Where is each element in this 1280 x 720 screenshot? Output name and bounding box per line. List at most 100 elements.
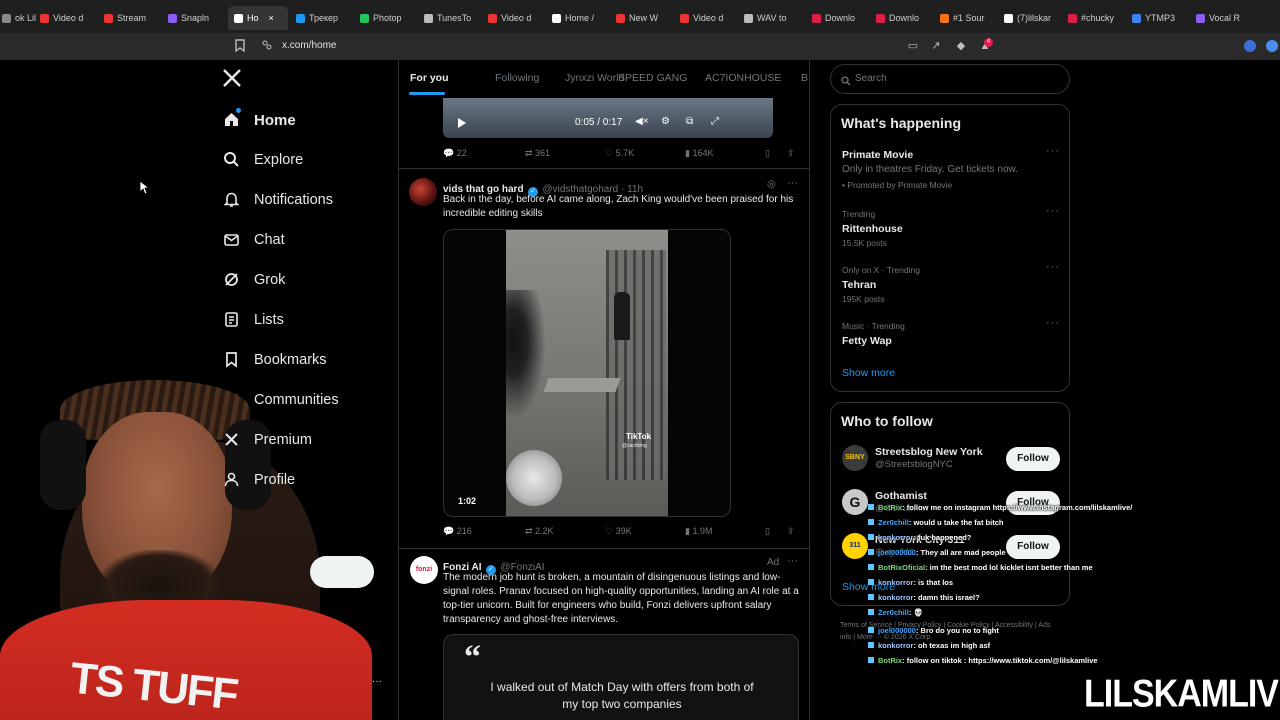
nav-chat[interactable]: Chat xyxy=(222,225,285,255)
share-button[interactable]: ⇪ xyxy=(787,148,795,159)
views-button[interactable]: ▮ 1.9M xyxy=(685,526,712,537)
feed-tab[interactable]: SPEED GANG xyxy=(618,72,687,84)
nav-premium[interactable]: Premium xyxy=(222,425,312,455)
browser-tab[interactable]: WAV to xyxy=(744,6,802,30)
fullscreen-icon[interactable]: ⤢ xyxy=(711,116,719,127)
browser-tab[interactable]: Downlo xyxy=(812,6,870,30)
browser-tab[interactable]: Трекер xyxy=(296,6,354,30)
tab-label: Stream xyxy=(117,13,147,23)
browser-tab[interactable]: Snapln xyxy=(168,6,226,30)
like-button[interactable]: ♡ 39K xyxy=(605,526,632,537)
search-placeholder: Search xyxy=(855,73,887,84)
follow-button[interactable]: Follow xyxy=(1006,447,1060,471)
feed-tab[interactable]: B xyxy=(801,72,808,84)
follow-button[interactable]: Follow xyxy=(1006,535,1060,559)
bookmark-button[interactable]: ▯ xyxy=(765,148,770,159)
url-text[interactable]: x.com/home xyxy=(282,40,336,51)
browser-tab[interactable]: Downlo xyxy=(876,6,934,30)
account-more-icon[interactable]: ··· xyxy=(372,676,382,687)
avatar[interactable] xyxy=(409,178,437,206)
browser-tab[interactable]: #1 Sour xyxy=(940,6,998,30)
tab-label: Vocal R xyxy=(1209,13,1241,23)
search-input[interactable]: Search xyxy=(830,64,1070,94)
browser-tab[interactable]: Video d xyxy=(488,6,546,30)
ad-card[interactable]: “ I walked out of Match Day with offers … xyxy=(443,634,799,720)
trend-name[interactable]: Primate Movie xyxy=(842,149,913,161)
nav-notifications[interactable]: Notifications xyxy=(222,185,333,215)
nav-grok[interactable]: Grok xyxy=(222,265,285,295)
avatar[interactable]: SBNY xyxy=(842,445,868,471)
browser-tab[interactable]: Stream xyxy=(104,6,162,30)
reply-button[interactable]: 💬 216 xyxy=(443,526,472,537)
feed-tab[interactable]: AC7IONHOUSE xyxy=(705,72,781,84)
avatar[interactable]: G xyxy=(842,489,868,515)
tab-active[interactable]: Ho × xyxy=(228,6,288,30)
nav-bookmarks[interactable]: Bookmarks xyxy=(222,345,327,375)
post-button[interactable] xyxy=(310,556,374,588)
bookmark-page-icon[interactable] xyxy=(233,39,247,53)
like-button[interactable]: ♡ 5.7K xyxy=(605,148,634,159)
tweet-video[interactable]: TikTok @zachking 1:02 xyxy=(443,229,731,517)
chat-badge-icon xyxy=(868,504,874,510)
avatar[interactable]: 311 xyxy=(842,533,868,559)
browser-tab[interactable]: (7)lilskar xyxy=(1004,6,1062,30)
more-options-icon[interactable]: ··· xyxy=(787,177,798,189)
browser-tab[interactable]: YTMP3 xyxy=(1132,6,1190,30)
chat-text: : Bro do you no to fight xyxy=(915,626,999,635)
feed-tab[interactable]: Jynxzi World xyxy=(565,72,624,84)
account-name[interactable]: Streetsblog New York xyxy=(875,446,983,458)
browser-tab[interactable]: Home / xyxy=(552,6,610,30)
feed-tabs: For you Following Jynxzi World SPEED GANG AC… xyxy=(399,60,809,96)
grok-icon[interactable]: ◎ xyxy=(767,179,776,190)
nav-profile[interactable]: Profile xyxy=(222,465,295,495)
site-info-icon[interactable] xyxy=(260,39,274,53)
repost-button[interactable]: ⇄ 2.2K xyxy=(525,526,554,537)
play-icon[interactable] xyxy=(457,116,467,134)
browser-tab[interactable]: Video d xyxy=(40,6,98,30)
extension-icon[interactable] xyxy=(1244,40,1256,52)
browser-tab[interactable]: TunesTo xyxy=(424,6,482,30)
feed-tab[interactable]: For you xyxy=(410,72,449,84)
pip-icon[interactable]: ⧉ xyxy=(686,116,693,127)
trend-name[interactable]: Fetty Wap xyxy=(842,335,892,347)
share-icon[interactable]: ↗ xyxy=(929,39,943,53)
person-icon xyxy=(222,471,240,489)
browser-tab[interactable]: #chucky xyxy=(1068,6,1126,30)
reply-button[interactable]: 💬 22 xyxy=(443,148,467,159)
browser-tab[interactable]: Photop xyxy=(360,6,418,30)
avatar[interactable]: fonzi xyxy=(410,556,438,584)
nav-explore[interactable]: Explore xyxy=(222,145,303,175)
more-options-icon[interactable]: ··· xyxy=(1046,145,1060,157)
more-options-icon[interactable]: ··· xyxy=(1046,261,1060,273)
chat-badge-icon xyxy=(868,519,874,525)
share-button[interactable]: ⇪ xyxy=(787,526,795,537)
address-bar[interactable] xyxy=(0,34,1280,60)
settings-icon[interactable]: ⚙ xyxy=(661,116,670,127)
browser-tab[interactable]: New W xyxy=(616,6,674,30)
trend-name[interactable]: Rittenhouse xyxy=(842,223,903,235)
chat-badge-icon xyxy=(868,627,874,633)
tab-favicon-icon xyxy=(40,13,49,23)
tab-close-icon[interactable]: × xyxy=(269,13,274,23)
mute-icon[interactable]: ◀× xyxy=(635,116,649,127)
bookmark-button[interactable]: ▯ xyxy=(765,526,770,537)
views-button[interactable]: ▮ 164K xyxy=(685,148,713,159)
more-options-icon[interactable]: ··· xyxy=(1046,205,1060,217)
feed-tab[interactable]: Following xyxy=(495,72,539,84)
browser-tab[interactable]: Video d xyxy=(680,6,738,30)
trend-name[interactable]: Tehran xyxy=(842,279,876,291)
x-logo-icon[interactable] xyxy=(222,68,244,92)
show-more-link[interactable]: Show more xyxy=(842,367,895,379)
nav-lists[interactable]: Lists xyxy=(222,305,284,335)
browser-tab[interactable]: Vocal R xyxy=(1196,6,1254,30)
account-name[interactable]: Gothamist xyxy=(875,490,927,502)
tiktok-handle: @zachking xyxy=(622,443,647,449)
repost-button[interactable]: ⇄ 361 xyxy=(525,148,550,159)
more-options-icon[interactable]: ··· xyxy=(1046,317,1060,329)
brave-shield-icon[interactable]: ◆ xyxy=(954,39,968,53)
chat-text: : 💀 xyxy=(908,608,923,617)
cast-icon[interactable]: ▭ xyxy=(906,39,920,53)
more-options-icon[interactable]: ··· xyxy=(787,555,798,567)
nav-home[interactable]: Home xyxy=(222,105,296,135)
profile-avatar-icon[interactable] xyxy=(1266,40,1278,52)
